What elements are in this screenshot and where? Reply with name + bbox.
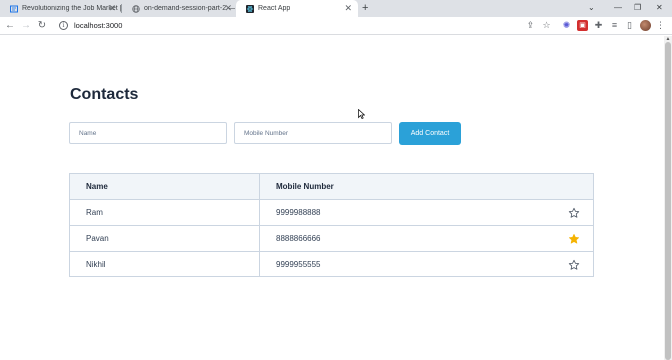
profile-avatar[interactable] — [640, 20, 651, 31]
address-text: localhost:3000 — [74, 21, 123, 30]
site-info-icon[interactable]: i — [59, 21, 68, 30]
contact-name: Ram — [86, 208, 103, 217]
browser-tab-strip: Revolutionizing the Job Market | ✕ on-de… — [0, 0, 672, 17]
column-header-mobile: Mobile Number — [276, 182, 334, 191]
mouse-cursor-icon — [358, 109, 365, 119]
contact-name: Nikhil — [86, 260, 106, 269]
star-outline-icon[interactable] — [568, 207, 580, 219]
contacts-table: Name Mobile Number Ram 9999988888 Pavan … — [69, 173, 594, 277]
puzzle-icon[interactable]: ✚ — [593, 20, 604, 31]
page-scrollbar[interactable]: ▲ — [664, 36, 672, 360]
column-divider — [259, 174, 260, 276]
tab-job-market[interactable]: Revolutionizing the Job Market | ✕ — [0, 0, 122, 17]
star-outline-icon[interactable] — [568, 259, 580, 271]
close-icon[interactable]: ✕ — [344, 3, 352, 14]
name-input[interactable]: Name — [69, 122, 227, 144]
menu-icon[interactable]: ⋮ — [655, 20, 666, 31]
add-contact-button[interactable]: Add Contact — [399, 122, 461, 145]
contact-mobile: 8888866666 — [276, 234, 321, 243]
table-row: Ram 9999988888 — [70, 200, 593, 226]
close-icon[interactable]: ✕ — [224, 3, 232, 14]
minimize-icon[interactable]: — — [614, 0, 622, 15]
address-bar[interactable]: i localhost:3000 — [50, 18, 580, 33]
extension-icon[interactable]: ✺ — [561, 20, 572, 31]
star-filled-icon[interactable] — [568, 233, 580, 245]
table-header-row: Name Mobile Number — [70, 174, 593, 200]
tab-title: React App — [258, 5, 291, 12]
table-row: Nikhil 9999955555 — [70, 252, 593, 277]
contact-mobile: 9999955555 — [276, 260, 321, 269]
react-icon — [246, 4, 254, 13]
close-icon[interactable]: ✕ — [108, 3, 116, 14]
restore-icon[interactable]: ❐ — [634, 0, 641, 15]
share-icon[interactable]: ⇪ — [525, 20, 536, 31]
page-title: Contacts — [70, 86, 139, 103]
column-header-name: Name — [86, 182, 108, 191]
tab-title: Revolutionizing the Job Market | — [22, 5, 122, 12]
forward-icon[interactable]: → — [19, 18, 33, 34]
scrollbar-thumb[interactable] — [665, 42, 671, 360]
side-panel-icon[interactable]: ▯ — [624, 20, 635, 31]
close-window-icon[interactable]: ✕ — [656, 0, 663, 15]
tab-react-app[interactable]: React App ✕ — [236, 0, 358, 17]
globe-icon — [132, 4, 140, 13]
mobile-number-input[interactable]: Mobile Number — [234, 122, 392, 144]
doc-icon — [10, 5, 18, 13]
table-row: Pavan 8888866666 — [70, 226, 593, 252]
tab-search-icon[interactable]: ⌄ — [588, 0, 595, 15]
back-icon[interactable]: ← — [3, 18, 17, 34]
new-tab-button[interactable]: + — [362, 0, 368, 17]
extension-red-icon[interactable]: ▣ — [577, 20, 588, 31]
contact-name: Pavan — [86, 234, 109, 243]
contact-mobile: 9999988888 — [276, 208, 321, 217]
media-icon[interactable]: ≡ — [609, 20, 620, 31]
tab-session[interactable]: on-demand-session-part-2 — C ✕ — [122, 0, 238, 17]
bookmark-star-icon[interactable]: ☆ — [541, 20, 552, 31]
browser-toolbar: ← → ↻ i localhost:3000 ⇪ ☆ ✺ ▣ ✚ ≡ ▯ ⋮ — [0, 17, 672, 35]
reload-icon[interactable]: ↻ — [35, 18, 49, 34]
